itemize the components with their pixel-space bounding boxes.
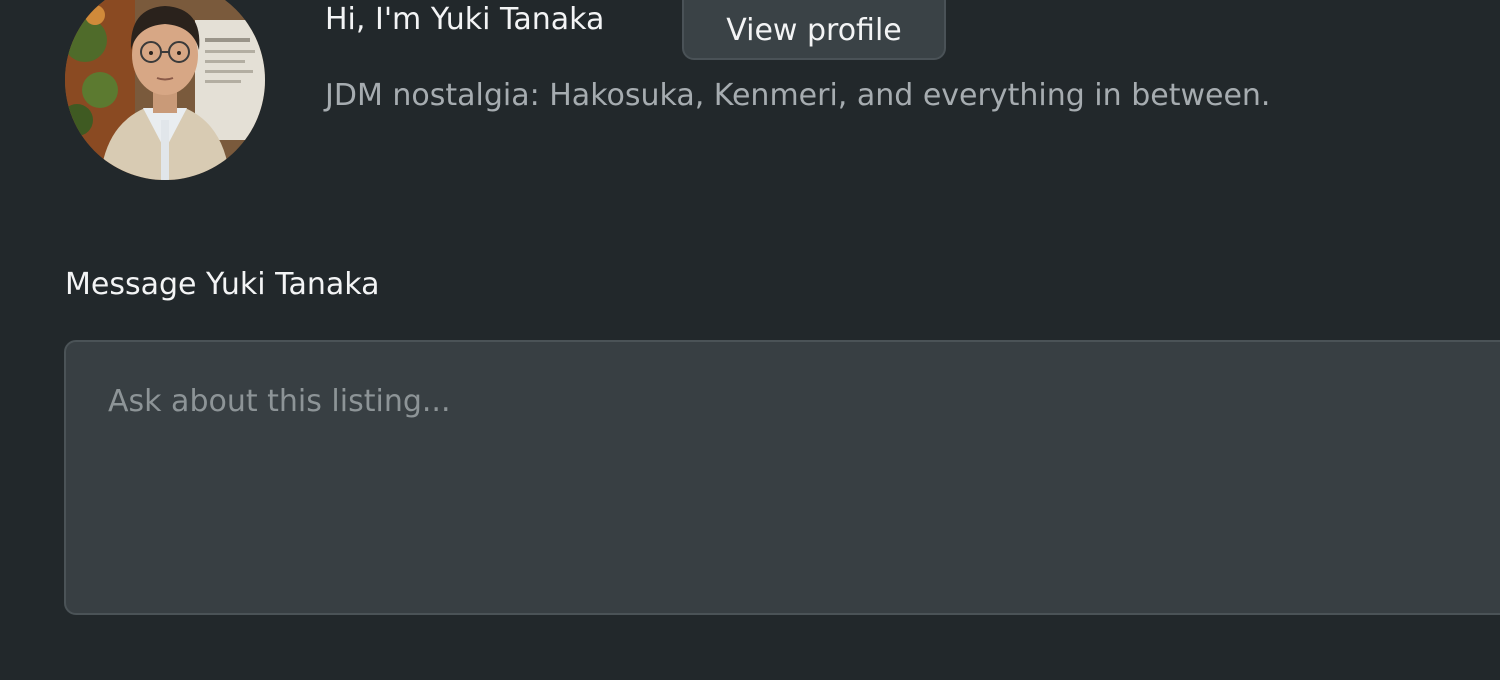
host-bio: JDM nostalgia: Hakosuka, Kenmeri, and ev…: [325, 78, 1271, 113]
host-greeting: Hi, I'm Yuki Tanaka: [325, 2, 605, 37]
message-input[interactable]: [64, 340, 1500, 615]
message-label: Message Yuki Tanaka: [65, 267, 380, 302]
host-avatar[interactable]: [65, 0, 265, 180]
host-contact-section: Hi, I'm Yuki Tanaka View profile JDM nos…: [0, 0, 1500, 680]
host-photo: [65, 0, 265, 180]
view-profile-button[interactable]: View profile: [682, 0, 946, 60]
